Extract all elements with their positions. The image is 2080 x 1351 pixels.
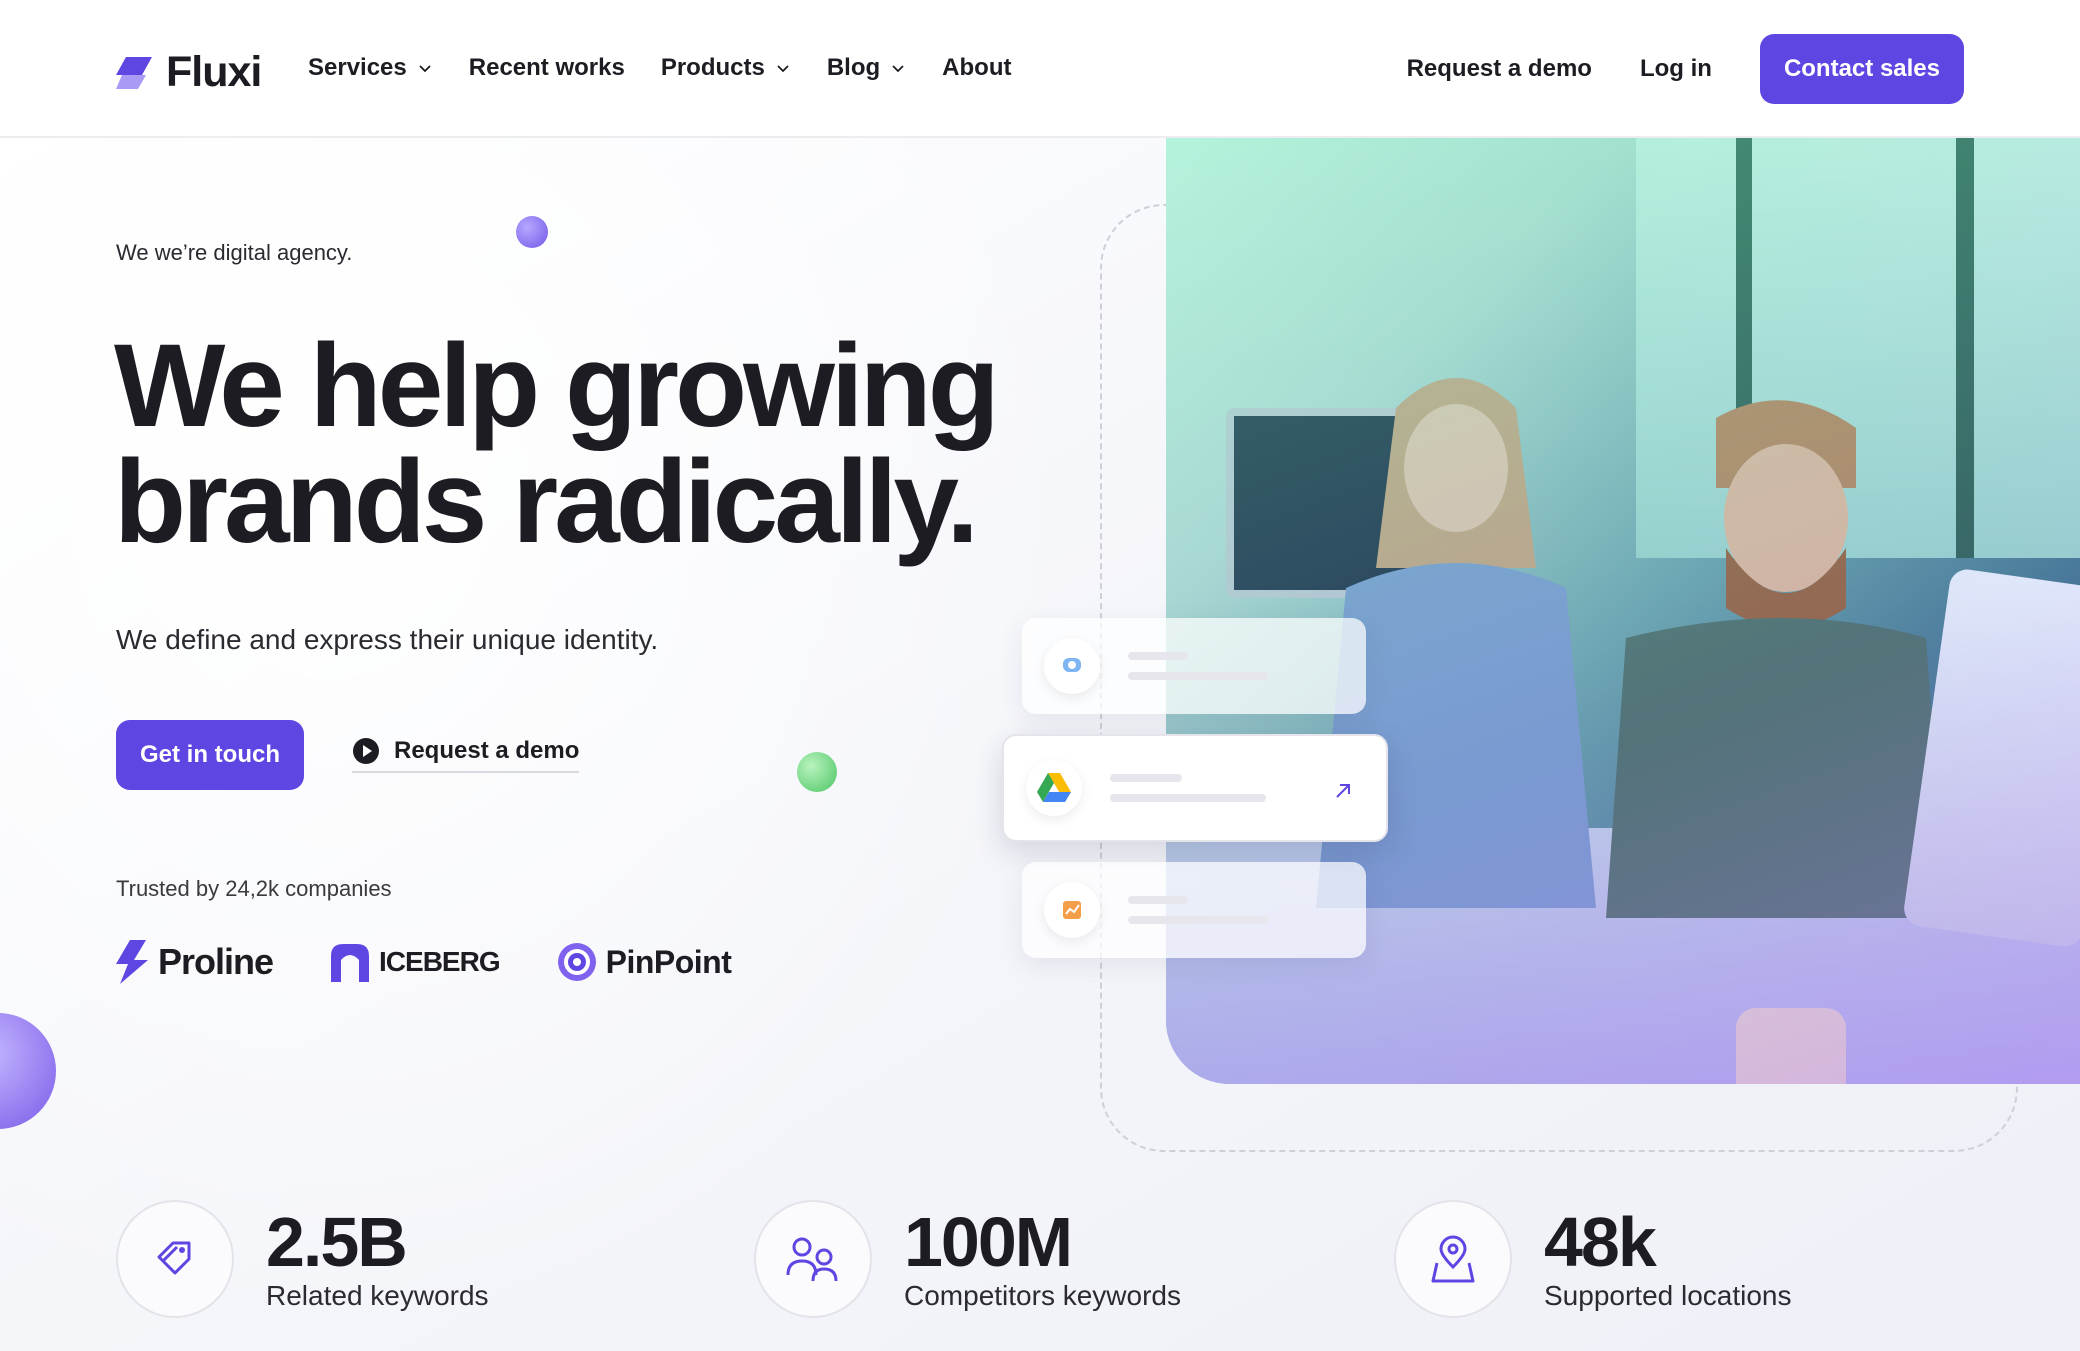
hero-cta-row: Get in touch Request a demo [116,720,580,790]
map-pin-icon [1394,1200,1512,1318]
google-drive-icon [1026,760,1082,816]
stat-value: 48k [1544,1203,1657,1281]
contact-sales-button[interactable]: Contact sales [1759,34,1964,104]
nav-item-products[interactable]: Products [661,54,791,82]
nav-item-label: Services [308,54,407,81]
nav-item-blog[interactable]: Blog [827,54,906,82]
stat-label: Related keywords [266,1280,489,1311]
nav-item-services[interactable]: Services [308,54,433,82]
fluxi-logo-icon [116,56,152,89]
target-icon [557,943,596,981]
logo-text: PinPoint [605,943,732,980]
nav-item-label: Products [660,54,765,81]
request-demo-video-link[interactable]: Request a demo [352,737,580,773]
hero-subheading: We define and express their unique ident… [116,624,659,655]
nav-item-label: About [942,54,1012,81]
headline-line: We help growing [114,320,1000,452]
stat-related-keywords: 2.5B Related keywords [116,1200,489,1318]
stat-value: 100M [904,1203,1073,1281]
login-link[interactable]: Log in [1640,55,1712,83]
floating-card-google-drive[interactable] [1002,734,1388,842]
logo-text: Proline [158,941,274,982]
main-nav: Services Recent works Products Blog Abou… [308,54,1011,82]
stat-competitors-keywords: 100M Competitors keywords [754,1200,1181,1318]
stat-value: 2.5B [266,1203,408,1281]
tag-icon [116,1200,234,1318]
stat-label: Supported locations [1544,1280,1792,1311]
floating-card [1022,862,1366,958]
client-logos: Proline ICEBERG PinPoint [116,940,732,984]
stat-label: Competitors keywords [904,1280,1181,1311]
external-arrow-icon[interactable] [1332,780,1354,802]
users-icon [754,1200,872,1318]
placeholder-lines [1128,896,1268,924]
pinpoint-logo: PinPoint [556,941,732,983]
decorative-dot [516,216,548,248]
hero-headline: We help growing brands radically. [114,327,1074,561]
nav-item-about[interactable]: About [942,54,1011,82]
iceberg-logo: ICEBERG [329,942,501,982]
chevron-down-icon [777,65,789,73]
chart-app-icon [1044,882,1100,938]
placeholder-lines [1128,652,1268,680]
nav-actions: Request a demo Log in Contact sales [1407,34,1964,104]
chevron-down-icon [419,65,431,73]
top-navbar: Fluxi Services Recent works Products Blo… [0,0,2080,138]
get-in-touch-button[interactable]: Get in touch [116,720,304,790]
hero-tagline: We we’re digital agency. [116,240,353,265]
stat-supported-locations: 48k Supported locations [1394,1200,1792,1318]
brand-logo[interactable]: Fluxi [116,48,262,97]
request-demo-label: Request a demo [394,737,580,764]
placeholder-lines [1110,774,1266,802]
nav-item-label: Recent works [468,54,625,81]
proline-logo: Proline [116,940,274,984]
headline-line: brands radically. [114,436,979,568]
decorative-dot [797,752,837,792]
floating-card [1022,618,1366,714]
trusted-by-text: Trusted by 24,2k companies [116,876,392,901]
lightning-icon [116,940,148,984]
request-demo-link[interactable]: Request a demo [1407,55,1592,83]
arch-icon [331,944,370,982]
play-icon [353,738,379,764]
brand-name: Fluxi [166,48,262,96]
logo-text: ICEBERG [379,946,501,977]
chevron-down-icon [892,65,904,73]
nav-item-label: Blog [826,54,881,81]
nav-item-recent-works[interactable]: Recent works [469,54,625,82]
chat-app-icon [1044,638,1100,694]
stats-section: 2.5B Related keywords 100M Competitors k… [116,1200,2016,1320]
